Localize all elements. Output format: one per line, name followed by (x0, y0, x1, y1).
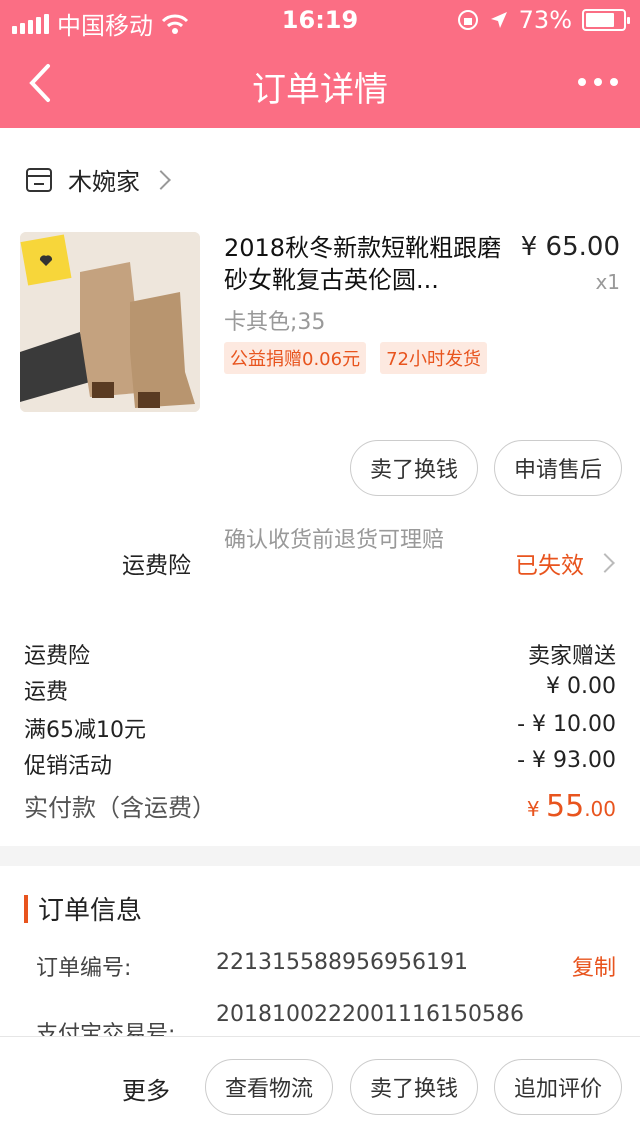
total-decimal: .00 (584, 797, 616, 821)
total-currency: ¥ (526, 797, 546, 821)
fee-label: 满65减10元 (24, 718, 146, 743)
fee-value: - ¥ 93.00 (517, 748, 616, 773)
alipay-row: 支付宝交易号: 2018100222001116150586 (36, 1002, 616, 1047)
order-card: 木婉家 2018秋冬新款短靴粗跟磨砂女靴复古英伦圆... ¥ 65.00 x1 … (0, 128, 640, 846)
battery-icon (582, 9, 630, 31)
product-sku: 卡其色;35 (224, 310, 326, 335)
review-button[interactable]: 追加评价 (494, 1059, 622, 1115)
order-number-row: 订单编号: 221315588956956191 复制 (36, 950, 616, 982)
battery-percent: 73% (518, 6, 572, 34)
chevron-right-icon (595, 553, 615, 573)
chevron-right-icon (151, 169, 171, 190)
copy-button[interactable]: 复制 (572, 950, 616, 982)
status-bar: 中国移动 16:19 73% (0, 0, 640, 40)
insurance-status[interactable]: 已失效 (515, 546, 615, 580)
store-icon (26, 167, 52, 192)
fee-label: 运费险 (24, 644, 91, 669)
fee-label: 运费 (24, 680, 69, 705)
logistics-button[interactable]: 查看物流 (205, 1059, 333, 1115)
more-icon[interactable] (578, 78, 618, 86)
fee-value: - ¥ 10.00 (517, 712, 616, 737)
product-price: ¥ 65.00 (520, 232, 620, 262)
nav-bar: 订单详情 (0, 40, 640, 128)
insurance-status-text: 已失效 (515, 553, 584, 579)
fee-row: 满65减10元 - ¥ 10.00 (24, 712, 616, 744)
total-row: 实付款（含运费） ¥ 55.00 (24, 788, 616, 824)
total-label: 实付款（含运费） (24, 794, 216, 822)
shipping-tag: 72小时发货 (380, 342, 487, 374)
location-icon (490, 12, 507, 28)
fee-row: 促销活动 - ¥ 93.00 (24, 748, 616, 780)
product-title[interactable]: 2018秋冬新款短靴粗跟磨砂女靴复古英伦圆... (224, 232, 504, 296)
fee-value: 卖家赠送 (527, 644, 616, 669)
order-number-value: 221315588956956191 (216, 950, 468, 975)
fee-row: 运费 ¥ 0.00 (24, 674, 616, 706)
product-quantity: x1 (595, 270, 620, 294)
heading-accent-bar (24, 894, 28, 923)
sell-button[interactable]: 卖了换钱 (350, 440, 478, 496)
more-button[interactable]: 更多 (122, 1071, 170, 1106)
after-sale-button[interactable]: 申请售后 (494, 440, 622, 496)
total-integer: 55 (546, 789, 585, 824)
insurance-desc: 确认收货前退货可理赔 (224, 528, 445, 553)
bottom-action-bar: 更多 查看物流 卖了换钱 追加评价 (0, 1036, 640, 1136)
page-title: 订单详情 (252, 70, 388, 110)
order-info-heading: 订单信息 (24, 890, 142, 927)
rotation-lock-icon (457, 10, 478, 30)
fee-row: 运费险 卖家赠送 (24, 638, 616, 670)
shop-row[interactable]: 木婉家 (24, 162, 171, 197)
header: 中国移动 16:19 73% 订单详情 (0, 0, 640, 128)
alipay-value: 2018100222001116150586 (216, 1002, 524, 1027)
insurance-label: 运费险 (122, 553, 191, 579)
order-number-label: 订单编号: (36, 956, 132, 981)
fee-label: 促销活动 (24, 754, 113, 779)
charity-tag: 公益捐赠0.06元 (224, 342, 367, 374)
sell-button-bottom[interactable]: 卖了换钱 (350, 1059, 478, 1115)
product-image[interactable] (20, 232, 200, 412)
order-info-title: 订单信息 (38, 896, 143, 926)
shop-name: 木婉家 (68, 168, 140, 196)
fee-value: ¥ 0.00 (546, 674, 616, 699)
total-amount: ¥ 55.00 (527, 789, 616, 824)
